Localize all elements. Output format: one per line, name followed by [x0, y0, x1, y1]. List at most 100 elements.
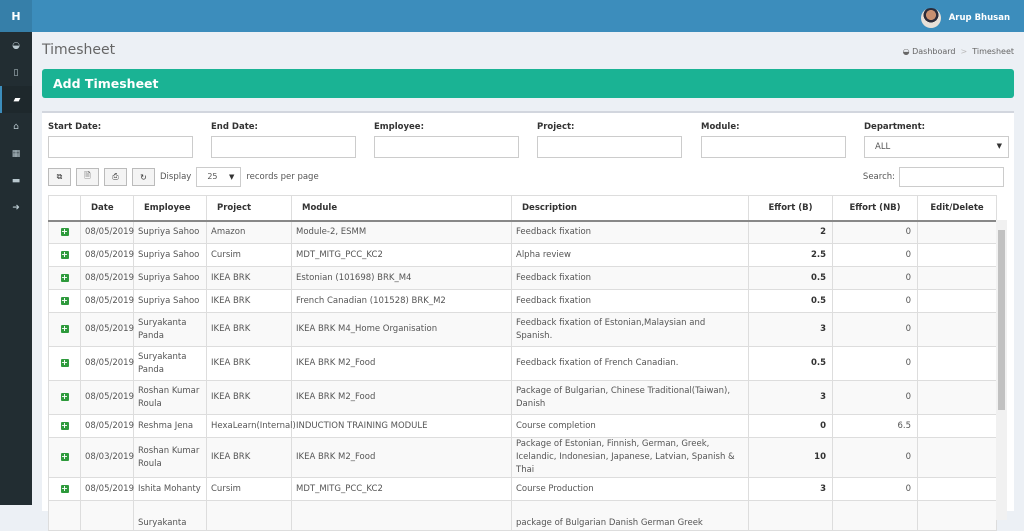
- effort-nb-cell: 0: [832, 477, 918, 501]
- date-cell: 08/05/2019: [80, 380, 134, 415]
- module-label: Module:: [701, 122, 740, 132]
- print-button[interactable]: ⎙: [104, 168, 127, 186]
- expand-cell: +: [48, 380, 81, 415]
- column-header[interactable]: Employee: [133, 195, 207, 222]
- employee-cell: Roshan Kumar Roula: [133, 437, 207, 478]
- add-timesheet-button[interactable]: Add Timesheet: [42, 69, 1014, 98]
- expand-row-icon[interactable]: +: [60, 393, 69, 401]
- copy-button[interactable]: ⧉: [48, 168, 71, 186]
- employee-label: Employee:: [374, 122, 424, 132]
- column-header[interactable]: Module: [291, 195, 512, 222]
- user-menu[interactable]: Arup Bhusan: [920, 8, 1010, 28]
- project-cell: IKEA BRK: [206, 312, 292, 347]
- expand-cell: +: [48, 477, 81, 501]
- date-cell: 08/05/2019: [80, 220, 134, 244]
- table-row: +08/03/2019 Roshan Kumar Roula IKEA BRK IKE…: [48, 437, 997, 478]
- edit-delete-cell[interactable]: [917, 380, 997, 415]
- column-header[interactable]: Description: [511, 195, 749, 222]
- sidebar-item-2[interactable]: ▰: [0, 86, 32, 113]
- sidebar-item-5[interactable]: ▬: [0, 167, 32, 194]
- effort-b-cell: 3: [748, 477, 833, 501]
- start-date-input[interactable]: [48, 136, 193, 158]
- sidebar-item-1[interactable]: ▯: [0, 59, 32, 86]
- edit-delete-cell[interactable]: [917, 414, 997, 438]
- sidebar-item-3[interactable]: ⌂: [0, 113, 32, 140]
- edit-delete-cell[interactable]: [917, 220, 997, 244]
- end-date-label: End Date:: [211, 122, 258, 132]
- edit-delete-cell[interactable]: [917, 312, 997, 347]
- breadcrumb-timesheet: Timesheet: [972, 47, 1014, 56]
- dashboard-icon: ◒: [902, 47, 913, 56]
- expand-row-icon[interactable]: +: [60, 421, 69, 430]
- edit-delete-cell[interactable]: [917, 500, 997, 531]
- refresh-icon: ↻: [140, 172, 147, 182]
- expand-row-icon[interactable]: +: [60, 325, 69, 333]
- table-row: +08/05/2019 Suryakanta Panda IKEA BRK IKEA …: [48, 346, 997, 381]
- table-row: +08/05/2019 Suryakanta Panda IKEA BRK IKEA …: [48, 312, 997, 347]
- edit-delete-cell[interactable]: [917, 477, 997, 501]
- caret-down-icon: ▼: [996, 142, 1002, 150]
- edit-delete-cell[interactable]: [917, 346, 997, 381]
- edit-delete-cell[interactable]: [917, 243, 997, 267]
- description-cell: Package of Estonian, Finnish, German, Gr…: [511, 437, 749, 478]
- column-header[interactable]: [48, 195, 81, 222]
- refresh-button[interactable]: ↻: [132, 168, 155, 186]
- description-cell: Feedback fixation: [511, 289, 749, 313]
- project-cell: IKEA BRK: [206, 266, 292, 290]
- expand-cell: +: [48, 220, 81, 244]
- expand-row-icon[interactable]: +: [60, 273, 69, 282]
- date-cell: 08/05/2019: [80, 289, 134, 313]
- date-cell: 08/03/2019: [80, 437, 134, 478]
- breadcrumb-dashboard[interactable]: Dashboard: [912, 47, 955, 56]
- sidebar-item-0[interactable]: ◒: [0, 32, 32, 59]
- column-header[interactable]: Effort (NB): [832, 195, 918, 222]
- edit-delete-cell[interactable]: [917, 437, 997, 478]
- search-label: Search:: [862, 172, 895, 182]
- expand-row-icon[interactable]: +: [60, 453, 69, 461]
- project-cell: [206, 500, 292, 531]
- page-title: Timesheet: [42, 42, 116, 58]
- print-icon: ⎙: [112, 172, 119, 181]
- expand-row-icon[interactable]: +: [60, 359, 69, 367]
- description-cell: Course Production: [511, 477, 749, 501]
- description-cell: Alpha review: [511, 243, 749, 267]
- department-select[interactable]: ALL ▼: [864, 136, 1009, 158]
- expand-row-icon[interactable]: +: [60, 227, 69, 236]
- effort-b-cell: 3: [748, 380, 833, 415]
- dashboard-icon: ◒: [12, 40, 20, 51]
- table-row: +08/05/2019 Supriya Sahoo Amazon Module-2, …: [48, 220, 997, 244]
- export-button[interactable]: 🗎: [76, 168, 99, 186]
- date-cell: 08/05/2019: [80, 266, 134, 290]
- expand-cell: +: [48, 266, 81, 290]
- scrollbar-thumb[interactable]: [998, 230, 1005, 410]
- search-input[interactable]: [899, 167, 1004, 187]
- expand-row-icon[interactable]: +: [60, 296, 69, 305]
- start-date-filter: Start Date:: [48, 122, 193, 158]
- expand-row-icon[interactable]: +: [60, 484, 69, 493]
- edit-delete-cell[interactable]: [917, 266, 997, 290]
- table-scrollbar[interactable]: [996, 220, 1007, 520]
- column-header[interactable]: Date: [80, 195, 134, 222]
- employee-cell: Supriya Sahoo: [133, 220, 207, 244]
- effort-b-cell: 0.5: [748, 266, 833, 290]
- sidebar-item-4[interactable]: ▦: [0, 140, 32, 167]
- sidebar-item-6[interactable]: ➜: [0, 194, 32, 221]
- expand-cell: +: [48, 346, 81, 381]
- module-input[interactable]: [701, 136, 846, 158]
- expand-row-icon[interactable]: +: [60, 250, 69, 259]
- end-date-input[interactable]: [211, 136, 356, 158]
- project-input[interactable]: [537, 136, 682, 158]
- top-navbar: H Arup Bhusan: [0, 0, 1024, 32]
- department-value: ALL: [875, 142, 891, 152]
- employee-cell: Reshma Jena: [133, 414, 207, 438]
- employee-cell: Ishita Mohanty: [133, 477, 207, 501]
- column-header[interactable]: Edit/Delete: [917, 195, 997, 222]
- app-logo[interactable]: H: [0, 0, 32, 32]
- project-cell: Cursim: [206, 243, 292, 267]
- edit-delete-cell[interactable]: [917, 289, 997, 313]
- column-header[interactable]: Project: [206, 195, 292, 222]
- column-header[interactable]: Effort (B): [748, 195, 833, 222]
- page-size-select[interactable]: 25 ▼: [196, 167, 242, 187]
- employee-input[interactable]: [374, 136, 519, 158]
- grid-icon: ▦: [11, 148, 21, 159]
